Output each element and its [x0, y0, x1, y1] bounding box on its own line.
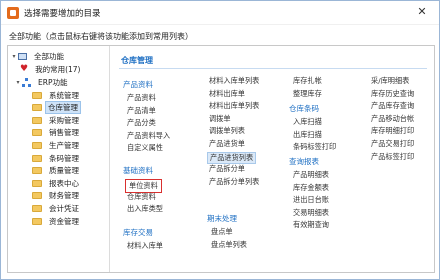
group-title: 产品资料 [123, 80, 153, 89]
function-item[interactable]: 入库扫描 [291, 117, 324, 127]
function-item[interactable]: 产品库存查询 [369, 101, 416, 111]
function-item[interactable]: 库存历史查询 [369, 89, 416, 99]
function-item[interactable]: 采/库明细表 [369, 76, 411, 86]
main-panel: ▾ 全部功能 ♥ 我的常用(17) ▾ ERP功能 系统管理 仓库管理 采购管理 销售… [7, 45, 435, 273]
module-label: 质量管理 [49, 166, 79, 176]
folder-icon [32, 217, 42, 225]
module-label: 生产管理 [49, 140, 79, 150]
function-content: 仓库管理 产品资料 产品资料 产品清单 产品分类 产品资料导入 自定义属性 基础资料 单位资料… [111, 46, 434, 272]
sidebar-item-module[interactable]: 会计凭证 [32, 202, 83, 214]
function-item[interactable]: 盘点单 [209, 227, 235, 237]
function-item[interactable]: 进出日台账 [291, 195, 331, 205]
function-item[interactable]: 材料出库单列表 [207, 101, 261, 111]
function-item[interactable]: 产品分类 [125, 118, 158, 128]
section-divider [119, 68, 427, 69]
function-item[interactable]: 调拨单列表 [207, 126, 247, 136]
module-label: 采购管理 [49, 115, 79, 125]
computer-icon [18, 52, 27, 60]
function-item[interactable]: 产品明细表 [291, 170, 331, 180]
function-item[interactable]: 产品拆分单 [207, 164, 247, 174]
sidebar-item-module[interactable]: 条码管理 [32, 152, 83, 164]
function-item[interactable]: 库存金额表 [291, 183, 331, 193]
function-item[interactable]: 产品拆分单列表 [207, 177, 261, 187]
function-item[interactable]: 自定义属性 [125, 143, 165, 153]
section-title: 仓库管理 [121, 56, 153, 65]
sidebar-item-module[interactable]: 资金管理 [32, 215, 83, 227]
title-bar: 选择需要增加的目录 ✕ [1, 1, 439, 25]
function-item[interactable]: 材料入库单 [125, 241, 165, 251]
group-title: 期末处理 [207, 214, 237, 223]
close-icon[interactable]: ✕ [415, 5, 429, 19]
function-item[interactable]: 出库扫描 [291, 130, 324, 140]
folder-icon [32, 129, 42, 137]
window-title: 选择需要增加的目录 [24, 9, 101, 19]
function-item[interactable]: 有效期查询 [291, 220, 331, 230]
sidebar-item-module[interactable]: 报表中心 [32, 177, 83, 189]
folder-icon [32, 204, 42, 212]
group-title: 库存交易 [123, 228, 153, 237]
sidebar-item-module[interactable]: 采购管理 [32, 114, 83, 126]
folder-icon [32, 192, 42, 200]
hint-text: 全部功能（点击鼠标右键将该功能添加到常用列表） [9, 32, 193, 41]
function-item[interactable]: 条码标签打印 [291, 142, 338, 152]
sidebar-item-module[interactable]: 财务管理 [32, 190, 83, 202]
group-title: 基础资料 [123, 166, 153, 175]
function-item[interactable]: 仓库资料 [125, 192, 158, 202]
folder-icon [32, 179, 42, 187]
sidebar-item-module[interactable]: 质量管理 [32, 165, 83, 177]
module-label: 报表中心 [49, 178, 79, 188]
group-title: 查询报表 [289, 157, 319, 166]
function-tree: ▾ 全部功能 ♥ 我的常用(17) ▾ ERP功能 系统管理 仓库管理 采购管理销售… [8, 46, 110, 272]
sidebar-item-module[interactable]: 销售管理 [32, 127, 83, 139]
module-label: 销售管理 [49, 128, 79, 138]
tree-item-favorites[interactable]: ♥ 我的常用(17) [20, 63, 84, 75]
function-item[interactable]: 盘点单列表 [209, 240, 249, 250]
function-item[interactable]: 产品进货列表 [207, 151, 257, 164]
function-item[interactable]: 调拨单 [207, 114, 233, 124]
module-label: 资金管理 [49, 216, 79, 226]
folder-icon [32, 116, 42, 124]
module-label: 会计凭证 [49, 203, 79, 213]
heart-icon: ♥ [20, 63, 29, 74]
function-item[interactable]: 产品标签打印 [369, 152, 416, 162]
folder-icon [32, 91, 42, 99]
function-item[interactable]: 产品进货单 [207, 139, 247, 149]
function-item[interactable]: 产品移动台帐 [369, 114, 416, 124]
function-item[interactable]: 交易明细表 [291, 208, 331, 218]
function-item[interactable]: 整理库存 [291, 89, 324, 99]
folder-icon [32, 154, 42, 162]
function-item[interactable]: 产品清单 [125, 106, 158, 116]
module-label: 财务管理 [49, 191, 79, 201]
collapse-icon[interactable]: ▾ [10, 53, 18, 60]
folder-icon [32, 104, 42, 112]
dialog-window: 选择需要增加的目录 ✕ 全部功能（点击鼠标右键将该功能添加到常用列表） ▾ 全部… [0, 0, 440, 280]
function-item[interactable]: 出入库类型 [125, 204, 165, 214]
sidebar-item-module[interactable]: 生产管理 [32, 139, 83, 151]
function-item[interactable]: 库存扎帐 [291, 76, 324, 86]
app-icon [7, 7, 19, 19]
function-item[interactable]: 产品交易打印 [369, 139, 416, 149]
folder-icon [32, 141, 42, 149]
tree-root-label: 全部功能 [34, 51, 64, 61]
function-item[interactable]: 材料入库单列表 [207, 76, 261, 86]
group-title: 仓库条码 [289, 104, 319, 113]
sidebar-item-module[interactable]: 系统管理 [32, 89, 83, 101]
folder-icon [32, 167, 42, 175]
function-item[interactable]: 材料出库单 [207, 89, 247, 99]
collapse-icon[interactable]: ▾ [14, 79, 22, 86]
sidebar-item-module[interactable]: 仓库管理 [32, 101, 81, 115]
tree-root[interactable]: ▾ 全部功能 [10, 50, 68, 62]
function-item[interactable]: 库存明细打印 [369, 126, 416, 136]
module-label: 仓库管理 [45, 101, 81, 115]
tree-item-erp[interactable]: ▾ ERP功能 [14, 76, 71, 88]
module-label: 系统管理 [49, 90, 79, 100]
module-label: 条码管理 [49, 153, 79, 163]
favorites-label: 我的常用(17) [35, 64, 81, 74]
network-icon [22, 77, 31, 87]
function-item[interactable]: 产品资料 [125, 93, 158, 103]
erp-label: ERP功能 [38, 77, 68, 87]
function-item[interactable]: 产品资料导入 [125, 131, 172, 141]
